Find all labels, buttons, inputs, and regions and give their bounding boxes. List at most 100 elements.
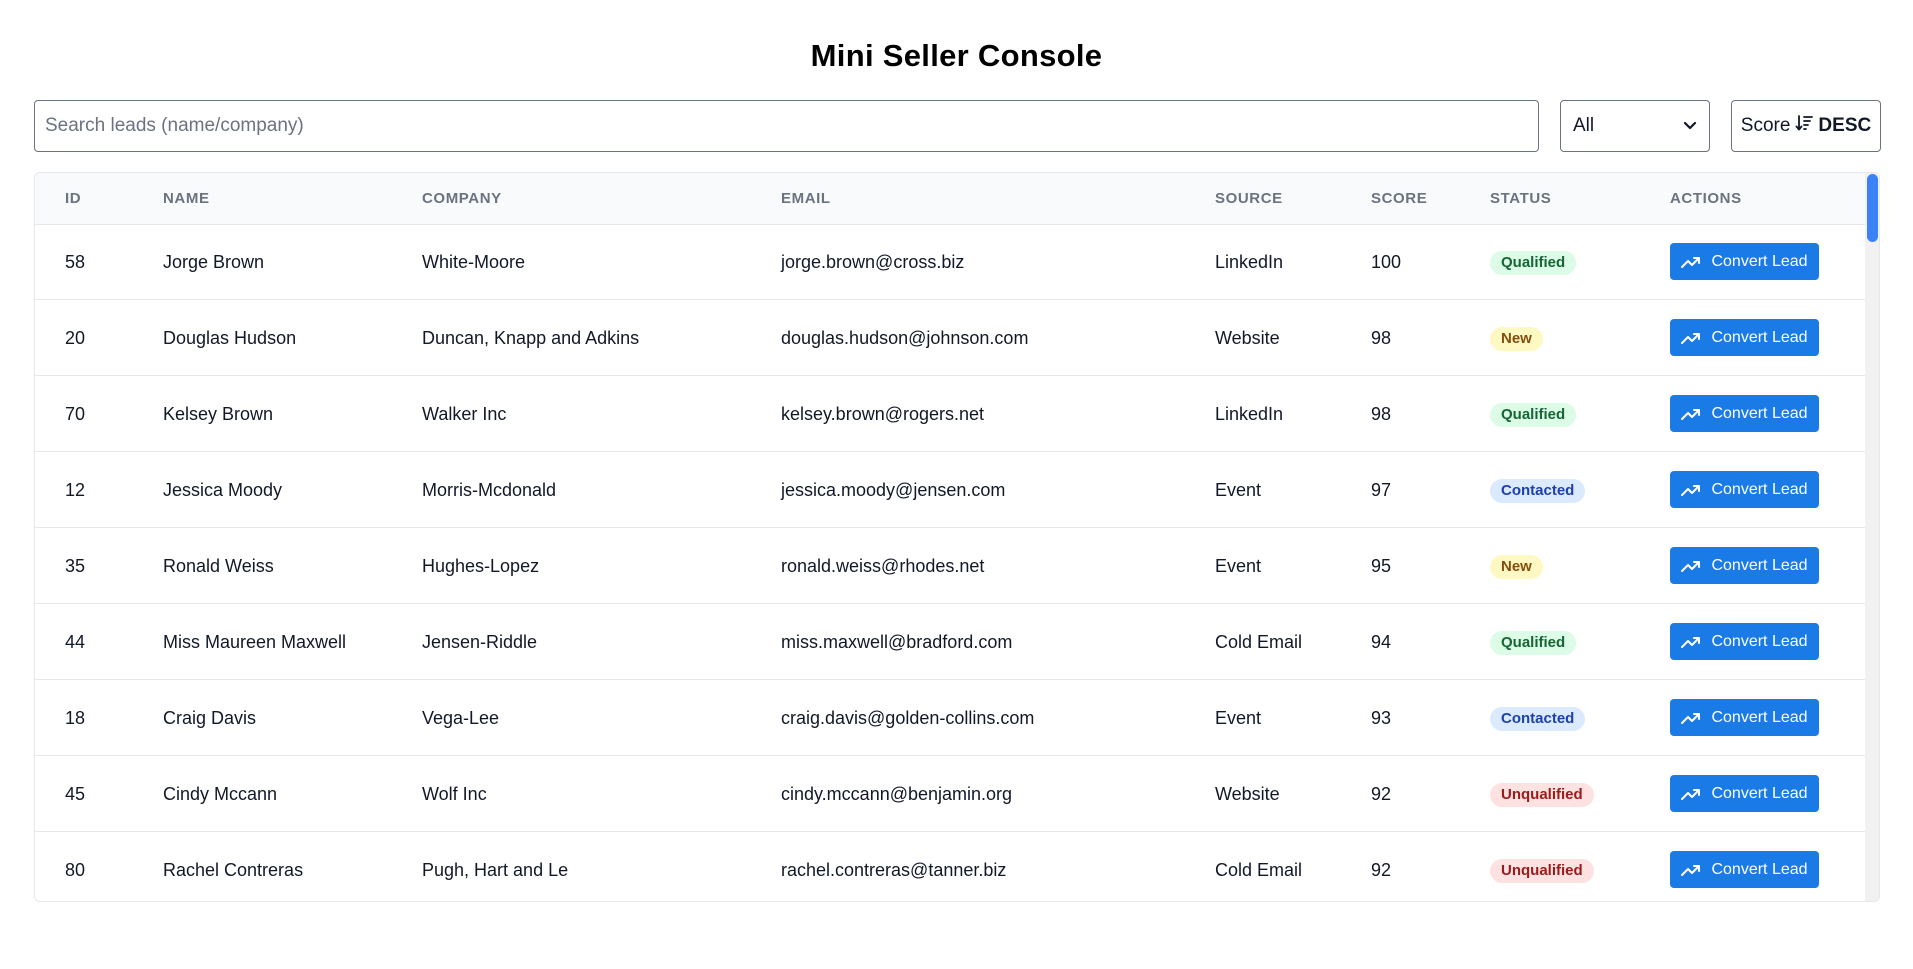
cell-source: Event — [1215, 480, 1262, 500]
convert-lead-label: Convert Lead — [1711, 784, 1808, 802]
cell-id: 80 — [65, 860, 86, 880]
convert-lead-button[interactable]: Convert Lead — [1670, 851, 1819, 888]
cell-email: ronald.weiss@rhodes.net — [781, 556, 985, 576]
cell-source: Event — [1215, 708, 1262, 728]
cell-name: Craig Davis — [163, 708, 257, 728]
cell-name: Jorge Brown — [163, 252, 265, 272]
convert-lead-button[interactable]: Convert Lead — [1670, 623, 1819, 660]
convert-lead-label: Convert Lead — [1711, 480, 1808, 498]
convert-lead-label: Convert Lead — [1711, 632, 1808, 650]
cell-id: 44 — [65, 632, 86, 652]
cell-status: Qualified — [1490, 224, 1577, 300]
table-row[interactable]: 70 Kelsey Brown Walker Inc kelsey.brown@rog… — [35, 376, 1865, 452]
table-row[interactable]: 35 Ronald Weiss Hughes-Lopez ronald.weiss@r… — [35, 528, 1865, 604]
cell-actions: Convert Lead — [1670, 756, 1830, 832]
convert-lead-button[interactable]: Convert Lead — [1670, 699, 1819, 736]
convert-lead-button[interactable]: Convert Lead — [1670, 243, 1819, 280]
status-badge: New — [1490, 555, 1543, 580]
page: Mini Seller Console All Score DESC ID NA… — [0, 0, 1913, 969]
cell-status: Qualified — [1490, 376, 1577, 452]
convert-lead-label: Convert Lead — [1711, 328, 1808, 346]
table-row[interactable]: 58 Jorge Brown White-Moore jorge.brown@cros… — [35, 224, 1865, 300]
table-row[interactable]: 18 Craig Davis Vega-Lee craig.davis@golden-… — [35, 680, 1865, 756]
sort-button[interactable]: Score DESC — [1731, 100, 1881, 152]
cell-name: Cindy Mccann — [163, 784, 278, 804]
status-badge: Unqualified — [1490, 783, 1594, 808]
table-row[interactable]: 12 Jessica Moody Morris-Mcdonald jessica.mo… — [35, 452, 1865, 528]
column-header-source[interactable]: SOURCE — [1215, 173, 1283, 224]
cell-actions: Convert Lead — [1670, 528, 1830, 604]
cell-id: 20 — [65, 328, 86, 348]
cell-status: Unqualified — [1490, 756, 1594, 832]
cell-email: douglas.hudson@johnson.com — [781, 328, 1029, 348]
search-input[interactable] — [34, 100, 1539, 152]
trending-up-icon — [1681, 331, 1701, 345]
cell-status: Qualified — [1490, 604, 1577, 680]
cell-company: Vega-Lee — [422, 708, 500, 728]
cell-id: 12 — [65, 480, 86, 500]
cell-email: rachel.contreras@tanner.biz — [781, 860, 1007, 880]
cell-company: Wolf Inc — [422, 784, 487, 804]
status-badge: Qualified — [1490, 251, 1577, 276]
cell-email: craig.davis@golden-collins.com — [781, 708, 1035, 728]
status-badge: Contacted — [1490, 707, 1586, 732]
cell-actions: Convert Lead — [1670, 832, 1830, 901]
cell-status: New — [1490, 300, 1543, 376]
trending-up-icon — [1681, 407, 1701, 421]
cell-email: jorge.brown@cross.biz — [781, 252, 965, 272]
cell-score: 95 — [1371, 556, 1392, 576]
cell-company: Hughes-Lopez — [422, 556, 540, 576]
scrollbar-thumb[interactable] — [1867, 174, 1878, 242]
table-row[interactable]: 44 Miss Maureen Maxwell Jensen-Riddle miss.… — [35, 604, 1865, 680]
sort-direction-label: DESC — [1818, 115, 1872, 136]
convert-lead-label: Convert Lead — [1711, 252, 1808, 270]
cell-source: Website — [1215, 784, 1280, 804]
column-header-company[interactable]: COMPANY — [422, 173, 502, 224]
cell-score: 98 — [1371, 404, 1392, 424]
table-row[interactable]: 20 Douglas Hudson Duncan, Knapp and Adkins… — [35, 300, 1865, 376]
table-scrollbar[interactable] — [1865, 173, 1879, 901]
trending-up-icon — [1681, 483, 1701, 497]
convert-lead-button[interactable]: Convert Lead — [1670, 319, 1819, 356]
column-header-status[interactable]: STATUS — [1490, 173, 1551, 224]
convert-lead-button[interactable]: Convert Lead — [1670, 471, 1819, 508]
cell-name: Jessica Moody — [163, 480, 283, 500]
table-row[interactable]: 80 Rachel Contreras Pugh, Hart and Le rache… — [35, 832, 1865, 901]
cell-company: Jensen-Riddle — [422, 632, 538, 652]
cell-id: 18 — [65, 708, 86, 728]
cell-actions: Convert Lead — [1670, 604, 1830, 680]
convert-lead-label: Convert Lead — [1711, 556, 1808, 574]
cell-source: LinkedIn — [1215, 404, 1284, 424]
status-badge: Qualified — [1490, 631, 1577, 656]
cell-email: cindy.mccann@benjamin.org — [781, 784, 1013, 804]
cell-email: jessica.moody@jensen.com — [781, 480, 1006, 500]
column-header-name[interactable]: NAME — [163, 173, 210, 224]
cell-score: 97 — [1371, 480, 1392, 500]
toolbar: All Score DESC — [34, 100, 1881, 152]
trending-up-icon — [1681, 559, 1701, 573]
cell-actions: Convert Lead — [1670, 452, 1830, 528]
cell-source: LinkedIn — [1215, 252, 1284, 272]
cell-source: Website — [1215, 328, 1280, 348]
column-header-email[interactable]: EMAIL — [781, 173, 831, 224]
cell-id: 58 — [65, 252, 86, 272]
cell-name: Douglas Hudson — [163, 328, 297, 348]
cell-score: 92 — [1371, 784, 1392, 804]
convert-lead-button[interactable]: Convert Lead — [1670, 395, 1819, 432]
trending-up-icon — [1681, 711, 1701, 725]
cell-score: 94 — [1371, 632, 1392, 652]
convert-lead-button[interactable]: Convert Lead — [1670, 775, 1819, 812]
table-body: 58 Jorge Brown White-Moore jorge.brown@cros… — [35, 224, 1865, 901]
trending-up-icon — [1681, 863, 1701, 877]
column-header-id[interactable]: ID — [65, 173, 81, 224]
cell-actions: Convert Lead — [1670, 224, 1830, 300]
cell-actions: Convert Lead — [1670, 300, 1830, 376]
table-row[interactable]: 45 Cindy Mccann Wolf Inc cindy.mccann@benja… — [35, 756, 1865, 832]
column-header-score[interactable]: SCORE — [1371, 173, 1427, 224]
convert-lead-button[interactable]: Convert Lead — [1670, 547, 1819, 584]
cell-actions: Convert Lead — [1670, 680, 1830, 756]
status-filter-select[interactable]: All — [1560, 100, 1710, 152]
cell-score: 93 — [1371, 708, 1392, 728]
cell-source: Cold Email — [1215, 632, 1303, 652]
status-filter-value: All — [1573, 115, 1595, 136]
